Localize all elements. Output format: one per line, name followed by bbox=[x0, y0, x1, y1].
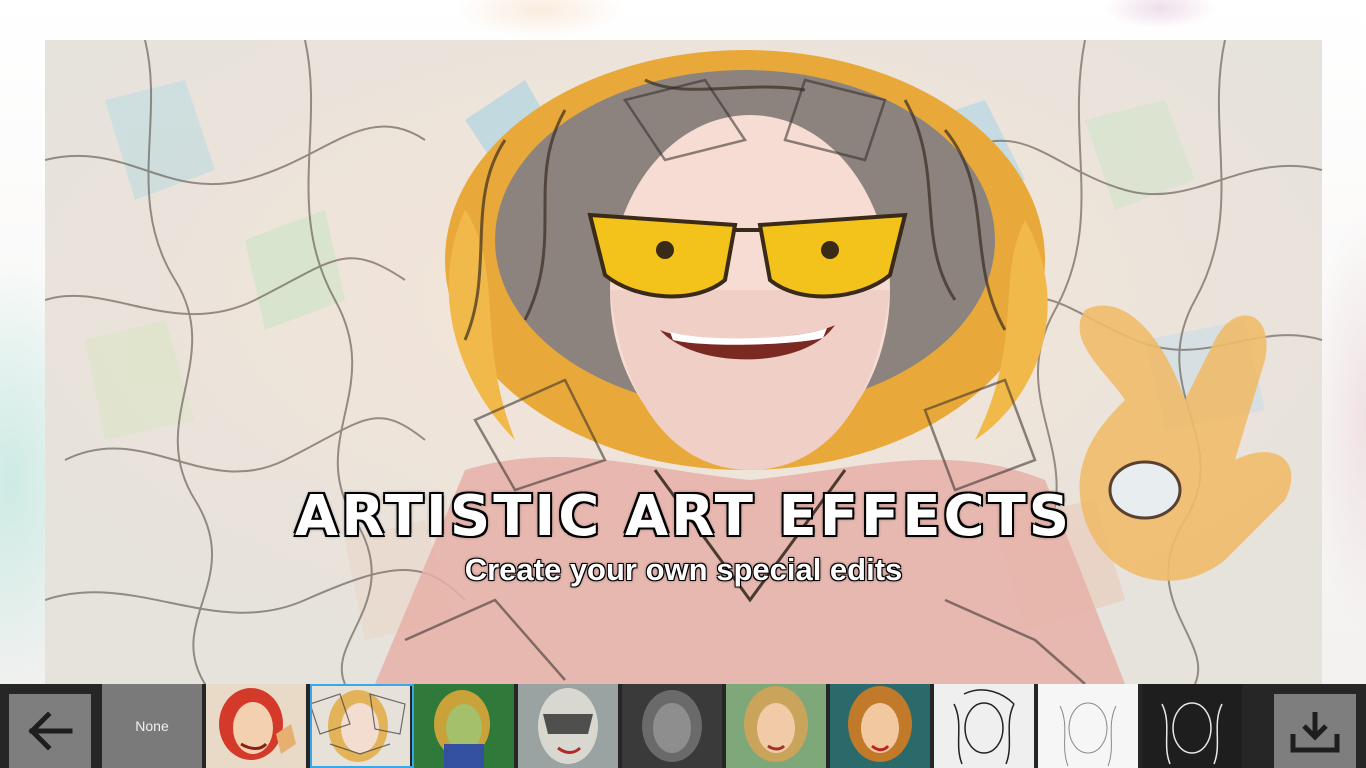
back-button-face[interactable] bbox=[9, 694, 91, 768]
hero-title: ARTISTIC ART EFFECTS bbox=[294, 484, 1073, 550]
filter-thumbnail-mask-sketch[interactable] bbox=[518, 684, 622, 768]
filter-thumbnail-ink-sketch[interactable] bbox=[934, 684, 1038, 768]
portrait-thumbnail-image bbox=[310, 684, 410, 768]
filter-thumbnails: None bbox=[102, 684, 1264, 768]
arrow-left-icon bbox=[28, 711, 73, 751]
filter-bar: None bbox=[0, 684, 1366, 768]
back-button[interactable] bbox=[0, 684, 102, 768]
filter-thumbnail-inverted-ink[interactable] bbox=[1142, 684, 1246, 768]
filter-thumbnail-dark-gray[interactable] bbox=[622, 684, 726, 768]
filter-none-label: None bbox=[135, 718, 169, 734]
hero-text-block: ARTISTIC ART EFFECTS Create your own spe… bbox=[45, 484, 1322, 589]
portrait-thumbnail-image bbox=[518, 684, 618, 768]
download-icon bbox=[1290, 712, 1340, 753]
portrait-thumbnail-image bbox=[1038, 684, 1138, 768]
filter-thumbnail-pop-red[interactable] bbox=[206, 684, 310, 768]
portrait-thumbnail-image bbox=[726, 684, 826, 768]
filter-thumbnail-green-comic[interactable] bbox=[414, 684, 518, 768]
filter-thumbnail-pencil-light[interactable] bbox=[1038, 684, 1142, 768]
filter-thumbnail-vivid-color[interactable] bbox=[830, 684, 934, 768]
filter-thumbnail-natural-warm[interactable] bbox=[726, 684, 830, 768]
portrait-thumbnail-image bbox=[206, 684, 306, 768]
portrait-thumbnail-image bbox=[934, 684, 1034, 768]
hero-subtitle: Create your own special edits bbox=[464, 552, 903, 587]
portrait-thumbnail-image bbox=[1142, 684, 1242, 768]
hero-banner: ARTISTIC ART EFFECTS Create your own spe… bbox=[45, 40, 1322, 684]
portrait-thumbnail-image bbox=[622, 684, 722, 768]
portrait-thumbnail-image bbox=[830, 684, 930, 768]
filter-thumbnail-stained-glass[interactable] bbox=[310, 684, 414, 768]
download-button-face[interactable] bbox=[1274, 694, 1356, 768]
download-button[interactable] bbox=[1264, 684, 1366, 768]
portrait-thumbnail-image bbox=[414, 684, 514, 768]
filter-none[interactable]: None bbox=[102, 684, 206, 768]
